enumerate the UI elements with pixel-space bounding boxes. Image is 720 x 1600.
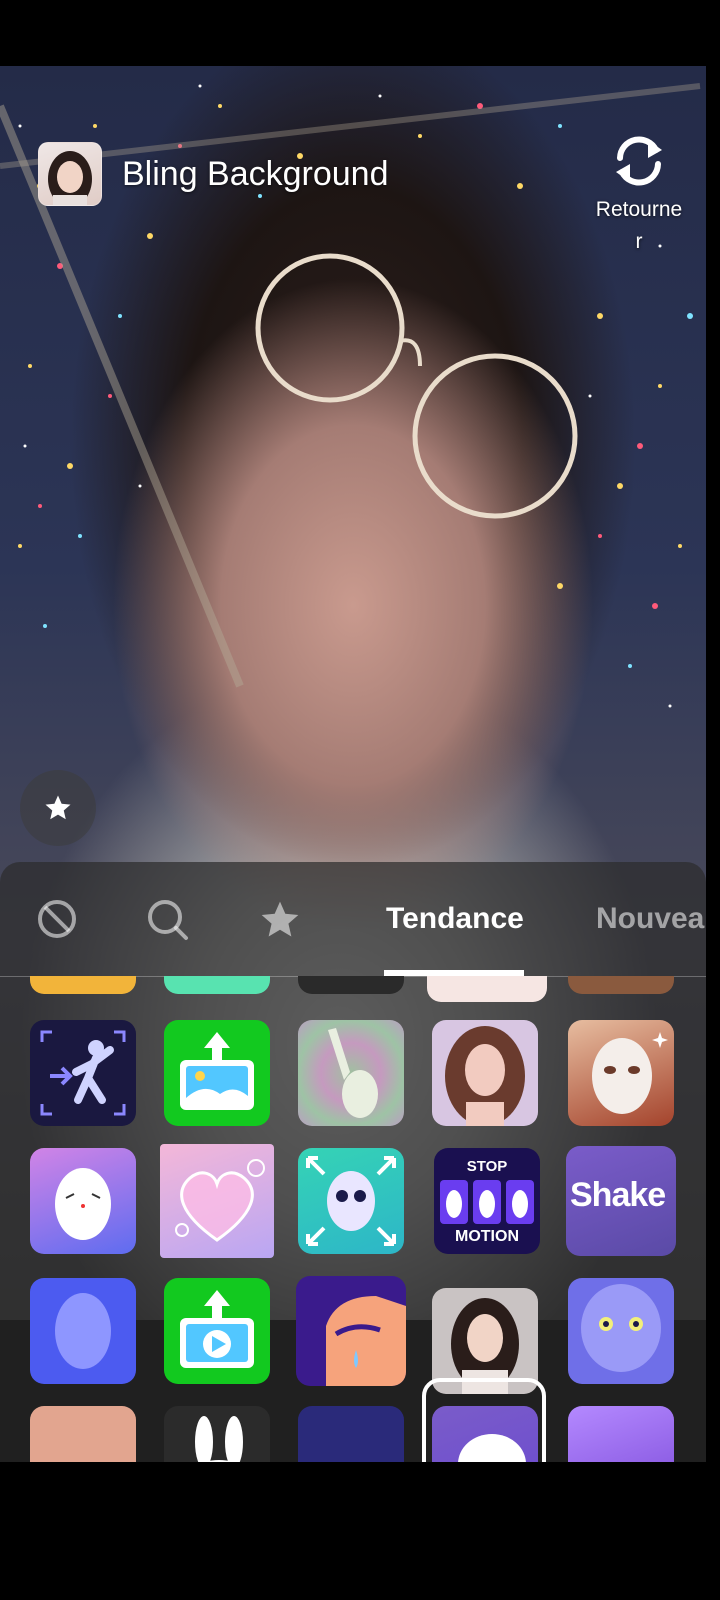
none-icon [38,900,76,938]
stretch-face-effect[interactable] [298,1148,404,1254]
portrait-icon [445,1026,525,1126]
bunny-ears-icon [195,1416,243,1462]
hypnotic-wave-effect[interactable] [298,1020,404,1126]
effect-tile[interactable] [298,976,404,994]
star-icon [261,901,299,937]
shake-effect-label: Shake [570,1176,666,1214]
rotate-camera-icon [616,136,662,186]
effects-panel: Tendance Nouvea STOP MOTION Shake [0,862,706,1462]
effect-title: Bling Background [122,154,389,193]
heart-bubble-icon [175,1159,265,1242]
flip-camera-label: Retourner [595,198,683,253]
effect-tile[interactable] [30,1406,136,1462]
woman-portrait-thumbnail[interactable] [38,142,102,206]
mask-face-effect[interactable] [568,1020,674,1126]
upload-photo-effect[interactable] [164,1020,270,1126]
tab-tendance[interactable]: Tendance [386,902,524,936]
bottom-area [0,1462,720,1600]
flip-camera-button[interactable]: Retourner [594,130,684,258]
effect-thumbnail-image [48,151,92,205]
stop-motion-bottom-text: MOTION [455,1228,519,1245]
dance-motion-icon [40,1030,126,1116]
effects-tab-bar: Tendance Nouvea [0,862,706,977]
effect-tile[interactable] [568,1406,674,1462]
star-icon [45,795,71,820]
effect-tile[interactable] [30,976,136,994]
mask-face-icon [592,1032,668,1114]
tab-favorites[interactable] [258,898,302,947]
tab-none[interactable] [36,898,78,945]
upload-video-icon [180,1290,254,1368]
tab-search[interactable] [146,898,190,947]
effect-tile[interactable] [432,1406,538,1462]
crying-face-icon [326,1296,406,1386]
shake-effect[interactable]: Shake [566,1146,676,1256]
dance-motion-effect[interactable] [30,1020,136,1126]
alien-face-effect[interactable] [568,1278,674,1384]
upload-photo-icon [180,1032,254,1110]
blank-face-icon [55,1293,111,1369]
effect-tile[interactable] [164,976,270,994]
heart-bubble-effect[interactable] [160,1144,274,1258]
favorite-button[interactable] [20,770,96,846]
blank-face-effect[interactable] [30,1278,136,1384]
tab-nouveau[interactable]: Nouvea [596,902,704,936]
beauty-portrait-effect[interactable] [432,1020,538,1126]
cloud-icon [458,1434,526,1462]
blush-face-effect[interactable] [30,1148,136,1254]
effect-header[interactable]: Bling Background [38,142,389,206]
effect-tile[interactable] [298,1406,404,1462]
stop-motion-effect[interactable]: STOP MOTION [434,1148,540,1254]
upload-video-effect[interactable] [164,1278,270,1384]
hand-wave-icon [328,1028,378,1118]
search-icon [148,900,188,940]
blush-face-icon [55,1168,111,1240]
stretch-face-icon [306,1156,396,1246]
effects-grid: STOP MOTION Shake [0,976,706,1462]
crying-face-effect[interactable] [296,1276,406,1386]
effect-tile[interactable] [568,976,674,994]
alien-face-icon [581,1284,661,1372]
effect-tile[interactable] [164,1406,270,1462]
effect-tile[interactable] [427,976,547,1002]
